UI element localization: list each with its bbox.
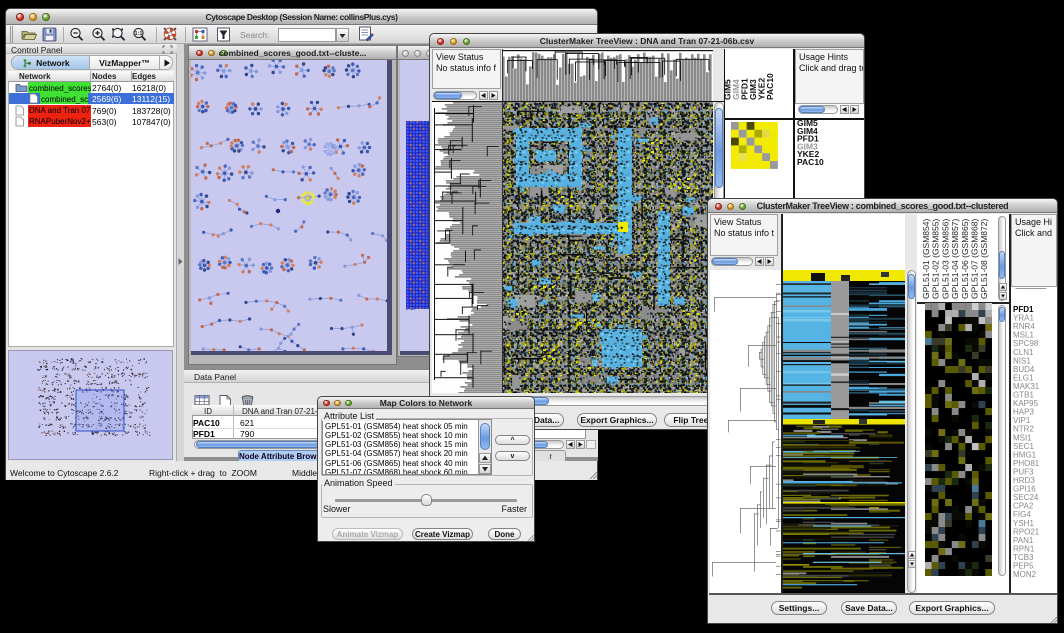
- svg-text:1:1: 1:1: [135, 31, 143, 37]
- svg-text:MON2: MON2: [1013, 570, 1037, 579]
- svg-text:PAC10: PAC10: [797, 157, 824, 167]
